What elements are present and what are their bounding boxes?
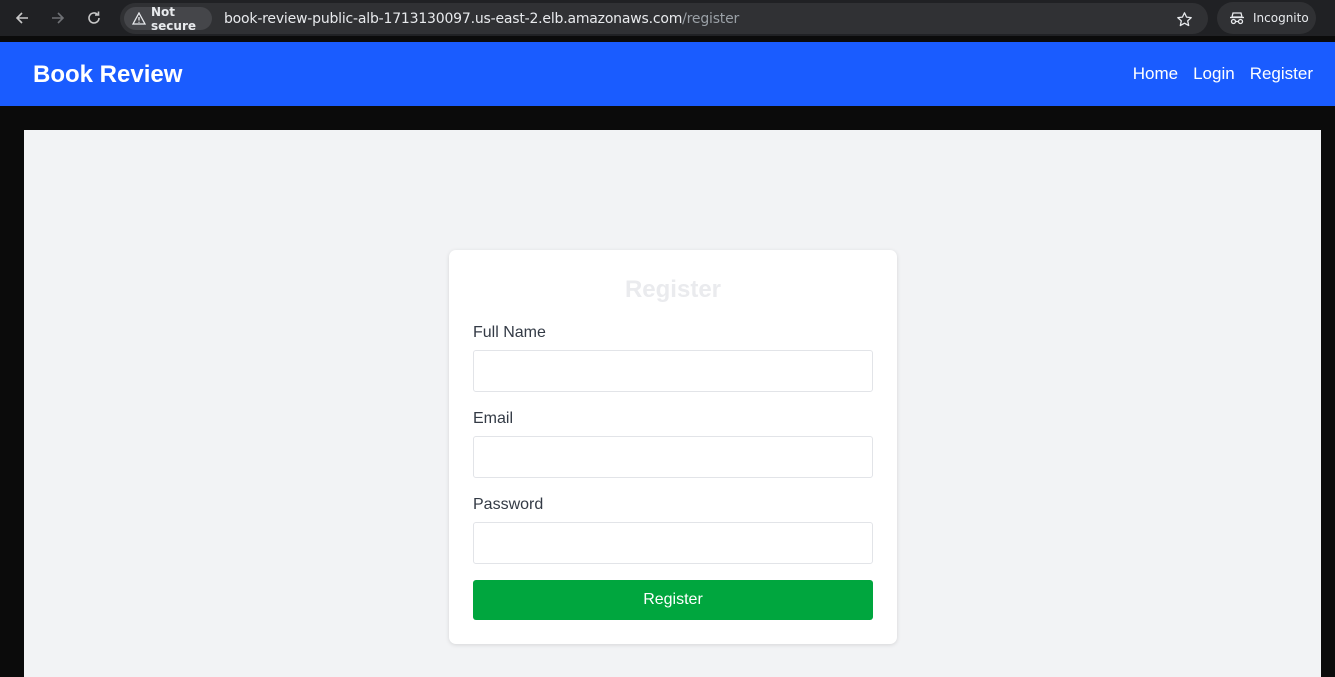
top-nav: Home Login Register [1133,64,1313,84]
email-label: Email [473,410,514,427]
incognito-profile-button[interactable]: Incognito [1217,2,1316,34]
password-label: Password [473,496,544,513]
security-label: Not secure [151,4,196,33]
incognito-icon [1229,11,1245,25]
reload-icon[interactable] [82,6,106,30]
register-card: Register Full Name Email Password Regist… [449,250,897,644]
security-chip[interactable]: Not secure [124,4,212,33]
form-title: Register [624,276,722,303]
nav-link-home[interactable]: Home [1133,64,1178,84]
nav-link-login[interactable]: Login [1193,64,1235,84]
url-path: /register [682,11,740,27]
register-submit-button[interactable]: Register [473,580,873,620]
full-name-label: Full Name [473,324,546,341]
address-bar[interactable]: Not secure book-review-public-alb-171313… [120,3,1208,34]
nav-link-register[interactable]: Register [1250,64,1313,84]
password-input[interactable] [473,522,873,564]
bookmark-star-icon[interactable] [1174,9,1194,29]
main-content: Register Full Name Email Password Regist… [24,130,1321,677]
incognito-label: Incognito [1253,11,1309,25]
email-input[interactable] [473,436,873,478]
back-arrow-icon[interactable] [10,6,34,30]
url-host: book-review-public-alb-1713130097.us-eas… [224,11,683,27]
forward-arrow-icon[interactable] [46,6,70,30]
url-text[interactable]: book-review-public-alb-1713130097.us-eas… [224,11,739,27]
brand-title[interactable]: Book Review [33,61,182,89]
warning-icon [132,12,146,25]
full-name-input[interactable] [473,350,873,392]
browser-toolbar: Not secure book-review-public-alb-171313… [0,0,1335,36]
app-header: Book Review Home Login Register [0,42,1335,106]
